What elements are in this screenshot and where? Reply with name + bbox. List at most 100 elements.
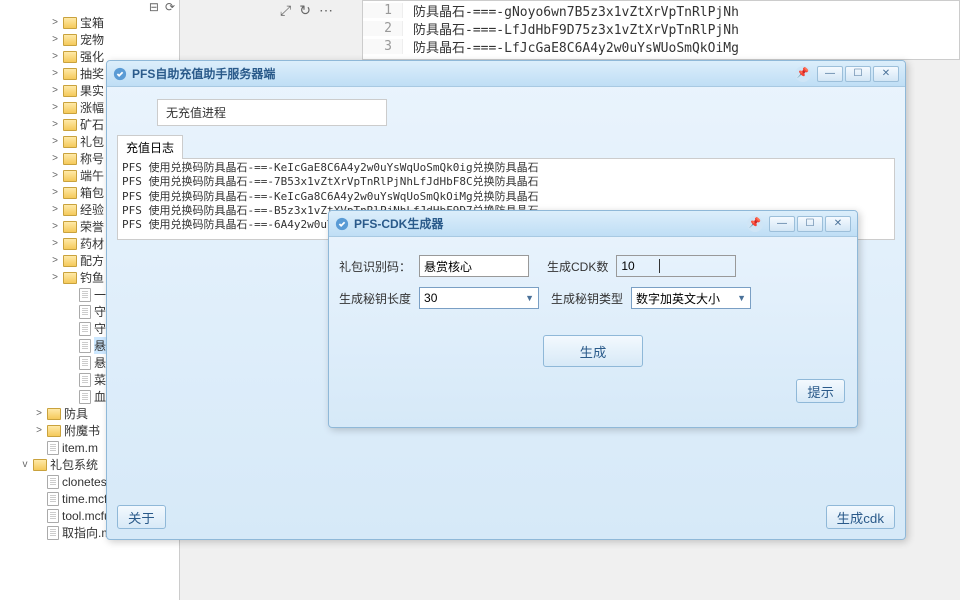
- expand-toggle[interactable]: >: [50, 68, 60, 79]
- pin-icon[interactable]: 📌: [747, 216, 763, 232]
- folder-icon: [63, 85, 77, 97]
- sub-window-titlebar[interactable]: PFS-CDK生成器 📌 — ☐ ✕: [329, 211, 857, 237]
- file-icon: [47, 475, 59, 489]
- tree-item[interactable]: > 宠物: [0, 31, 179, 48]
- folder-icon: [63, 204, 77, 216]
- expand-toggle[interactable]: >: [50, 153, 60, 164]
- sub-window-title: PFS-CDK生成器: [354, 215, 747, 232]
- file-icon: [79, 356, 91, 370]
- expand-toggle[interactable]: >: [50, 238, 60, 249]
- close-button[interactable]: ✕: [825, 216, 851, 232]
- expand-toggle[interactable]: >: [50, 272, 60, 283]
- id-input[interactable]: [419, 255, 529, 277]
- tree-item-label: 称号: [80, 150, 104, 167]
- expand-toggle[interactable]: >: [34, 408, 44, 419]
- main-window-title: PFS自助充值助手服务器端: [132, 65, 795, 82]
- folder-icon: [63, 170, 77, 182]
- tree-item-label: 经验: [80, 201, 104, 218]
- expand-toggle[interactable]: v: [20, 459, 30, 470]
- refresh-icon[interactable]: ↻: [299, 2, 311, 19]
- file-icon: [47, 509, 59, 523]
- expand-toggle[interactable]: >: [50, 136, 60, 147]
- minimize-button[interactable]: —: [769, 216, 795, 232]
- file-icon: [47, 441, 59, 455]
- pin-icon[interactable]: 📌: [795, 66, 811, 82]
- generate-cdk-button[interactable]: 生成cdk: [826, 505, 895, 529]
- expand-toggle[interactable]: >: [50, 187, 60, 198]
- maximize-button[interactable]: ☐: [797, 216, 823, 232]
- tree-item-label: 礼包系统: [50, 456, 98, 473]
- tree-item-label: 端午: [80, 167, 104, 184]
- file-icon: [79, 322, 91, 336]
- file-icon: [79, 305, 91, 319]
- line-number: 1: [363, 3, 403, 18]
- collapse-icon[interactable]: ⊟: [149, 0, 159, 14]
- file-icon: [79, 339, 91, 353]
- tree-item-label: 强化: [80, 48, 104, 65]
- editor-line[interactable]: 3防具晶石-===-LfJcGaE8C6A4y2w0uYsWUoSmQkOiMg: [363, 37, 959, 55]
- type-label: 生成秘钥类型: [551, 290, 623, 307]
- tip-button[interactable]: 提示: [796, 379, 845, 403]
- top-tool-icons: ⤢ ↻ ⋯: [280, 2, 333, 19]
- file-icon: [79, 390, 91, 404]
- code-editor[interactable]: 1防具晶石-===-gNoyo6wn7B5z3x1vZtXrVpTnRlPjNh…: [362, 0, 960, 60]
- status-label: 无充值进程: [157, 99, 387, 126]
- expand-toggle[interactable]: >: [50, 51, 60, 62]
- about-button[interactable]: 关于: [117, 505, 166, 529]
- folder-icon: [63, 17, 77, 29]
- tree-item-label: 果实: [80, 82, 104, 99]
- expand-toggle[interactable]: >: [50, 170, 60, 181]
- close-button[interactable]: ✕: [873, 66, 899, 82]
- expand-icon[interactable]: ⤢: [280, 2, 291, 19]
- tree-item-label: 箱包: [80, 184, 104, 201]
- type-select[interactable]: 数字加英文大小▼: [631, 287, 751, 309]
- tree-item[interactable]: > 宝箱: [0, 14, 179, 31]
- expand-toggle[interactable]: >: [50, 221, 60, 232]
- folder-icon: [63, 187, 77, 199]
- tree-item-label: 附魔书: [64, 422, 100, 439]
- text-cursor: [659, 259, 660, 273]
- folder-icon: [63, 136, 77, 148]
- cdk-generator-window: PFS-CDK生成器 📌 — ☐ ✕ 礼包识别码： 生成CDK数 10 生成秘钥…: [328, 210, 858, 428]
- file-icon: [79, 373, 91, 387]
- line-number: 2: [363, 21, 403, 36]
- tree-item-label: 礼包: [80, 133, 104, 150]
- expand-toggle[interactable]: >: [50, 119, 60, 130]
- more-icon[interactable]: ⋯: [319, 2, 333, 19]
- log-tab[interactable]: 充值日志: [117, 135, 183, 159]
- main-window-titlebar[interactable]: PFS自助充值助手服务器端 📌 — ☐ ✕: [107, 61, 905, 87]
- tree-item-label: 配方: [80, 252, 104, 269]
- length-select[interactable]: 30▼: [419, 287, 539, 309]
- editor-line[interactable]: 1防具晶石-===-gNoyo6wn7B5z3x1vZtXrVpTnRlPjNh: [363, 1, 959, 19]
- tree-item-label: 涨幅: [80, 99, 104, 116]
- tree-item-label: 宝箱: [80, 14, 104, 31]
- expand-toggle[interactable]: >: [34, 425, 44, 436]
- editor-line[interactable]: 2防具晶石-===-LfJdHbF9D75z3x1vZtXrVpTnRlPjNh: [363, 19, 959, 37]
- length-label: 生成秘钥长度: [339, 290, 411, 307]
- maximize-button[interactable]: ☐: [845, 66, 871, 82]
- app-icon: [335, 217, 349, 231]
- app-icon: [113, 67, 127, 81]
- tree-item-label: 宠物: [80, 31, 104, 48]
- expand-toggle[interactable]: >: [50, 17, 60, 28]
- expand-toggle[interactable]: >: [50, 204, 60, 215]
- code-text: 防具晶石-===-LfJcGaE8C6A4y2w0uYsWUoSmQkOiMg: [403, 37, 739, 56]
- expand-toggle[interactable]: >: [50, 85, 60, 96]
- generate-button[interactable]: 生成: [543, 335, 643, 367]
- folder-icon: [63, 102, 77, 114]
- sync-icon[interactable]: ⟳: [165, 0, 175, 14]
- tree-item-label: 钓鱼: [80, 269, 104, 286]
- folder-icon: [63, 272, 77, 284]
- tree-item-label: 抽奖: [80, 65, 104, 82]
- file-icon: [47, 492, 59, 506]
- count-input[interactable]: 10: [616, 255, 736, 277]
- expand-toggle[interactable]: >: [50, 102, 60, 113]
- expand-toggle[interactable]: >: [50, 34, 60, 45]
- folder-icon: [33, 459, 47, 471]
- tree-item-label: 药材: [80, 235, 104, 252]
- file-icon: [47, 526, 59, 540]
- expand-toggle[interactable]: >: [50, 255, 60, 266]
- minimize-button[interactable]: —: [817, 66, 843, 82]
- count-label: 生成CDK数: [547, 258, 608, 275]
- code-text: 防具晶石-===-LfJdHbF9D75z3x1vZtXrVpTnRlPjNh: [403, 19, 739, 38]
